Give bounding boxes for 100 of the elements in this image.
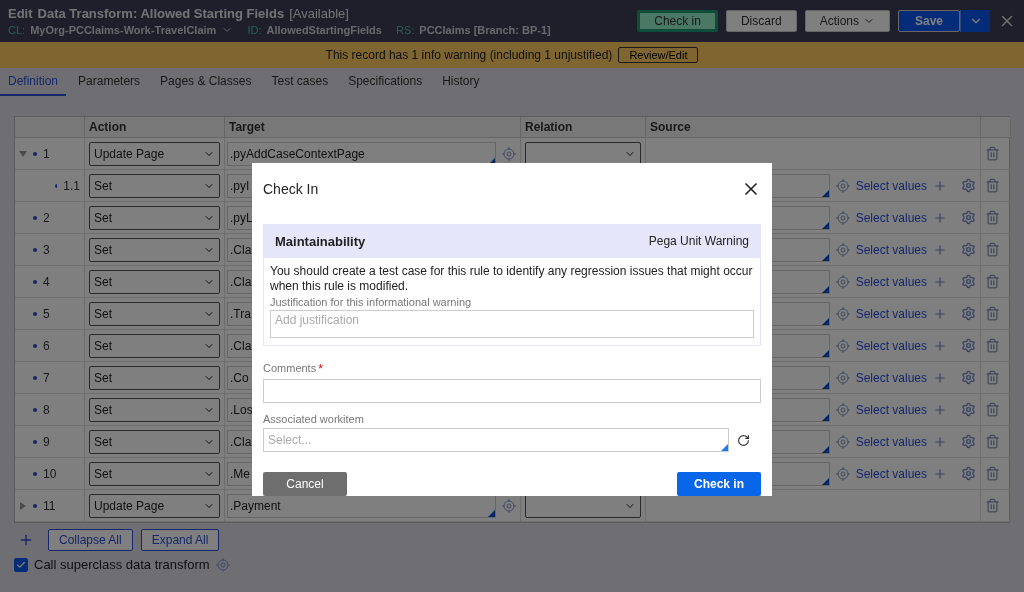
action-select[interactable]: Set <box>89 237 220 262</box>
action-select[interactable]: Update Page <box>89 141 220 166</box>
justification-field[interactable]: Add justification <box>270 309 754 338</box>
trash-icon[interactable] <box>985 402 1000 417</box>
locate-icon[interactable] <box>835 210 850 225</box>
locate-icon[interactable] <box>502 498 516 513</box>
action-select[interactable]: Set <box>89 429 220 454</box>
settings-icon[interactable] <box>961 178 976 193</box>
tab[interactable]: Parameters <box>70 68 149 96</box>
plus-icon[interactable] <box>933 242 947 257</box>
trash-icon[interactable] <box>985 338 1000 353</box>
plus-icon[interactable] <box>933 338 947 353</box>
select-values-link[interactable]: Select values <box>855 274 927 289</box>
locate-icon[interactable] <box>835 274 850 289</box>
outline-button[interactable]: Collapse All <box>48 529 133 551</box>
bullet-icon <box>33 311 37 316</box>
settings-icon[interactable] <box>961 274 976 289</box>
locate-icon[interactable] <box>835 178 850 193</box>
trash-icon[interactable] <box>985 306 1000 321</box>
action-select[interactable]: Set <box>89 461 220 486</box>
expand-icon[interactable] <box>19 149 27 158</box>
select-values-link[interactable]: Select values <box>855 306 927 321</box>
action-select[interactable]: Set <box>89 365 220 390</box>
locate-icon[interactable] <box>215 557 230 572</box>
refresh-icon[interactable] <box>737 433 750 447</box>
tab[interactable]: History <box>434 68 488 96</box>
action-select[interactable]: Set <box>89 397 220 422</box>
action-select[interactable]: Set <box>89 269 220 294</box>
locate-icon[interactable] <box>835 306 850 321</box>
tab[interactable]: Specifications <box>340 68 431 96</box>
checkbox[interactable] <box>14 557 28 572</box>
cancel-button[interactable]: Cancel <box>263 472 347 496</box>
tab[interactable]: Pages & Classes <box>152 68 260 96</box>
trash-icon[interactable] <box>985 146 1000 161</box>
locate-icon[interactable] <box>835 338 850 353</box>
select-values-link[interactable]: Select values <box>855 210 927 225</box>
locate-icon[interactable] <box>835 242 850 257</box>
row-number: 8 <box>43 402 50 417</box>
actions-button[interactable]: Actions <box>804 10 890 32</box>
locate-icon[interactable] <box>835 370 850 385</box>
header-button[interactable]: Check in <box>637 10 718 32</box>
save-button[interactable]: Save <box>898 10 960 32</box>
trash-icon[interactable] <box>985 274 1000 289</box>
plus-icon[interactable] <box>933 274 947 289</box>
workitem-select[interactable]: Select... <box>263 428 729 452</box>
bullet-icon <box>33 375 37 380</box>
action-select[interactable]: Set <box>89 333 220 358</box>
select-values-link[interactable]: Select values <box>855 242 927 257</box>
row-number: 5 <box>43 306 50 321</box>
tab[interactable]: Definition <box>0 68 67 96</box>
trash-icon[interactable] <box>985 242 1000 257</box>
plus-icon[interactable] <box>933 466 947 481</box>
select-values-link[interactable]: Select values <box>855 466 927 481</box>
comments-field[interactable] <box>263 378 761 403</box>
action-select[interactable]: Set <box>89 173 220 198</box>
action-select[interactable]: Set <box>89 301 220 326</box>
settings-icon[interactable] <box>961 434 976 449</box>
trash-icon[interactable] <box>985 466 1000 481</box>
outline-button[interactable]: Expand All <box>140 529 220 551</box>
split-dropdown-button[interactable] <box>960 10 990 32</box>
action-select[interactable]: Update Page <box>89 493 220 518</box>
plus-icon[interactable] <box>933 434 947 449</box>
add-icon[interactable] <box>18 532 34 548</box>
settings-icon[interactable] <box>961 338 976 353</box>
tab[interactable]: Test cases <box>263 68 337 96</box>
bullet-icon <box>33 247 37 252</box>
trash-icon[interactable] <box>985 498 1000 513</box>
plus-icon[interactable] <box>933 370 947 385</box>
header-button[interactable]: Discard <box>725 10 797 32</box>
settings-icon[interactable] <box>961 242 976 257</box>
select-values-link[interactable]: Select values <box>855 434 927 449</box>
select-values-link[interactable]: Select values <box>855 370 927 385</box>
select-values-link[interactable]: Select values <box>855 178 927 193</box>
relation-select[interactable] <box>525 141 641 166</box>
settings-icon[interactable] <box>961 466 976 481</box>
bullet-icon <box>33 439 37 444</box>
settings-icon[interactable] <box>961 210 976 225</box>
review-button[interactable]: Review/Edit <box>618 47 699 63</box>
select-values-link[interactable]: Select values <box>855 338 927 353</box>
settings-icon[interactable] <box>961 306 976 321</box>
trash-icon[interactable] <box>985 434 1000 449</box>
plus-icon[interactable] <box>933 210 947 225</box>
action-select[interactable]: Set <box>89 205 220 230</box>
trash-icon[interactable] <box>985 370 1000 385</box>
settings-icon[interactable] <box>961 370 976 385</box>
plus-icon[interactable] <box>933 306 947 321</box>
trash-icon[interactable] <box>985 178 1000 193</box>
locate-icon[interactable] <box>502 146 516 161</box>
bullet-icon <box>33 471 37 476</box>
plus-icon[interactable] <box>933 402 947 417</box>
locate-icon[interactable] <box>835 434 850 449</box>
dialog-title: Check In <box>263 181 319 198</box>
expand-icon[interactable] <box>19 501 27 510</box>
check-in-button[interactable]: Check in <box>677 472 761 496</box>
settings-icon[interactable] <box>961 402 976 417</box>
trash-icon[interactable] <box>985 210 1000 225</box>
locate-icon[interactable] <box>835 402 850 417</box>
select-values-link[interactable]: Select values <box>855 402 927 417</box>
plus-icon[interactable] <box>933 178 947 193</box>
locate-icon[interactable] <box>835 466 850 481</box>
